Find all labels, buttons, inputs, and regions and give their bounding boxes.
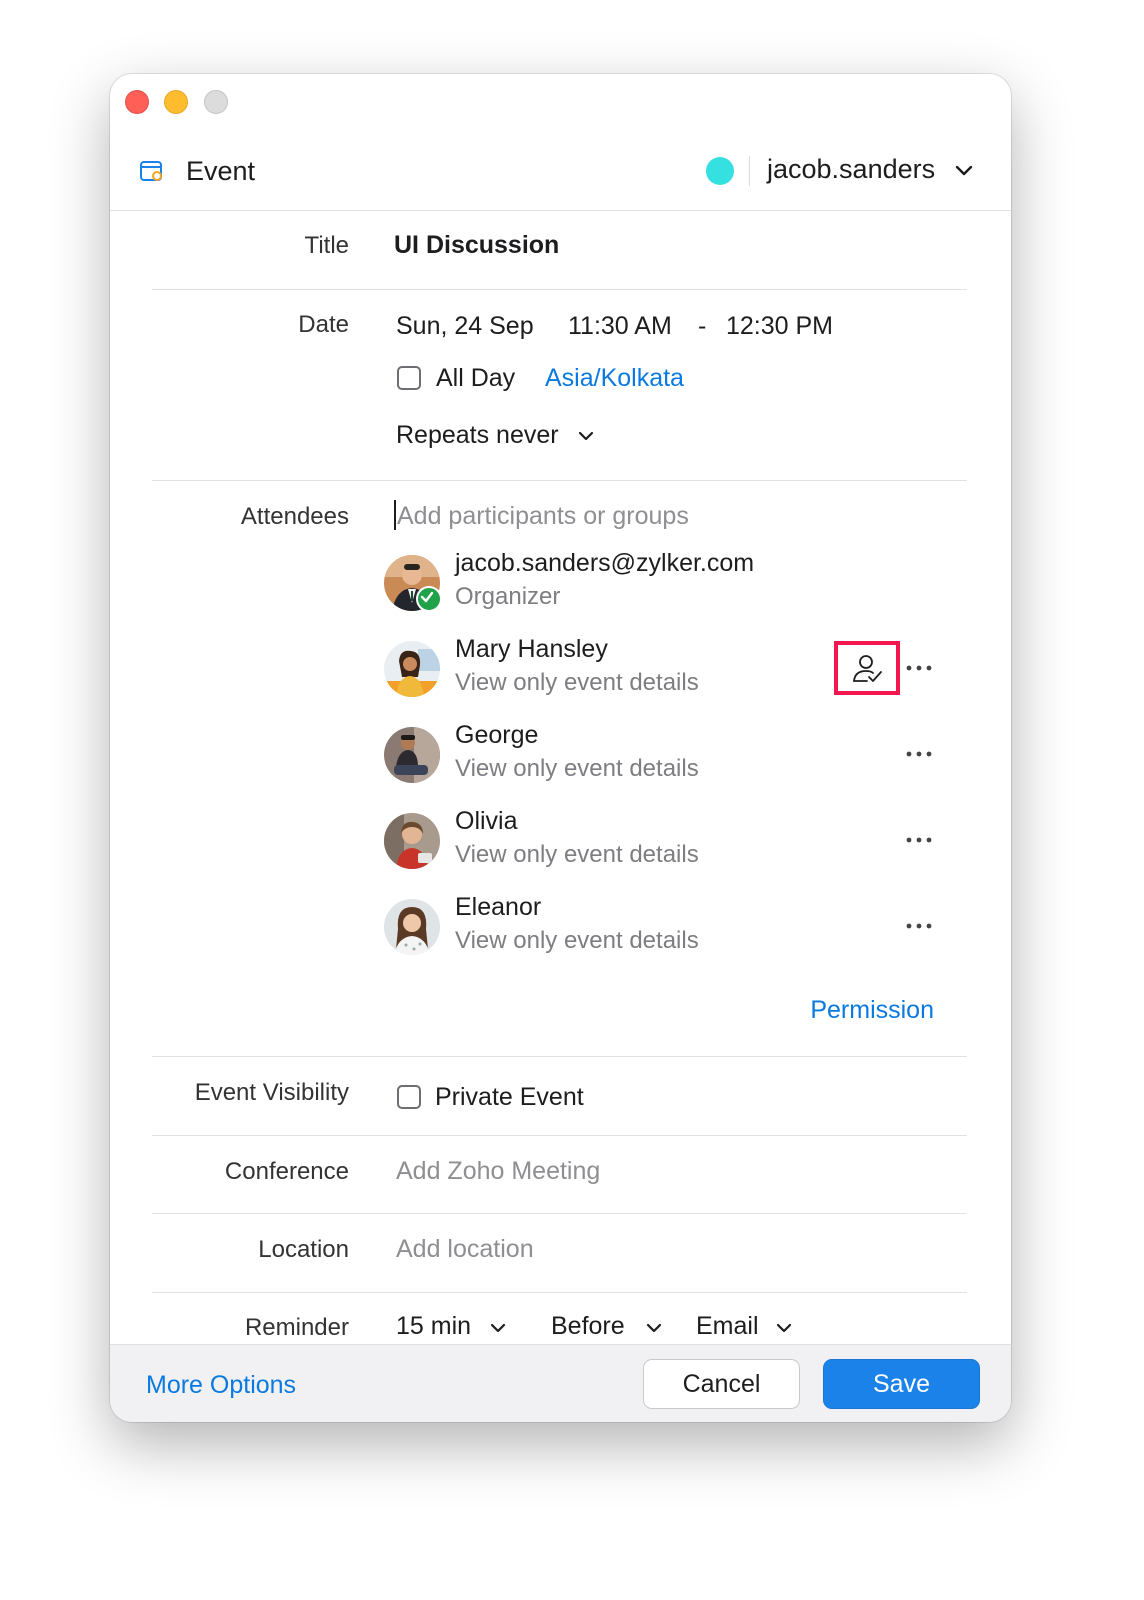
window-header: Event jacob.sanders <box>110 136 1011 211</box>
attendee-role: Organizer <box>455 583 561 610</box>
title-input[interactable]: UI Discussion <box>394 231 559 260</box>
attendee-name: George <box>455 721 539 749</box>
divider <box>152 1135 967 1136</box>
all-day-checkbox[interactable] <box>397 366 421 390</box>
all-day-label: All Day <box>436 364 516 392</box>
event-window: Event jacob.sanders Title UI Discussion … <box>110 74 1011 1422</box>
visibility-label: Event Visibility <box>194 1079 349 1106</box>
start-time[interactable]: 11:30 AM <box>568 312 672 341</box>
chevron-down-icon[interactable] <box>955 165 973 177</box>
attendee-name: Eleanor <box>455 893 542 921</box>
divider <box>152 480 967 481</box>
account-selector[interactable]: jacob.sanders <box>767 154 935 185</box>
avatar <box>384 813 440 869</box>
attendee-name: Mary Hansley <box>455 635 608 663</box>
reminder-label: Reminder <box>244 1314 349 1341</box>
title-label: Title <box>304 232 349 259</box>
attendee-role: View only event details <box>455 755 699 782</box>
chevron-down-icon[interactable] <box>776 1323 792 1334</box>
zoom-window-button[interactable] <box>204 90 228 114</box>
time-separator: - <box>698 312 707 340</box>
attendees-input[interactable]: Add participants or groups <box>397 502 689 531</box>
more-icon[interactable] <box>906 749 932 759</box>
private-event-label: Private Event <box>435 1083 584 1111</box>
chevron-down-icon[interactable] <box>646 1323 662 1334</box>
close-window-button[interactable] <box>125 90 149 114</box>
calendar-icon <box>140 161 162 181</box>
cancel-button[interactable]: Cancel <box>643 1359 800 1409</box>
checkmark-icon <box>420 591 434 603</box>
private-event-checkbox[interactable] <box>397 1085 421 1109</box>
conference-label: Conference <box>224 1158 349 1185</box>
end-time[interactable]: 12:30 PM <box>726 312 833 341</box>
more-icon[interactable] <box>906 921 932 931</box>
account-color-dot <box>706 157 734 185</box>
divider <box>152 1056 967 1057</box>
avatar <box>384 641 440 697</box>
account-separator <box>749 156 750 186</box>
event-title: Event <box>186 156 256 186</box>
window-footer: More Options Cancel Save <box>110 1344 1011 1422</box>
avatar <box>384 899 440 955</box>
timezone-link[interactable]: Asia/Kolkata <box>545 364 684 393</box>
more-icon[interactable] <box>906 835 932 845</box>
minimize-window-button[interactable] <box>164 90 188 114</box>
organizer-badge <box>416 586 442 612</box>
divider <box>152 1213 967 1214</box>
reminder-method-dropdown[interactable]: Email <box>696 1312 759 1341</box>
attendee-name: Olivia <box>455 807 518 835</box>
attendee-role: View only event details <box>455 669 699 696</box>
attendee-role: View only event details <box>455 927 699 954</box>
divider <box>152 1292 967 1293</box>
text-cursor <box>394 500 396 530</box>
location-label: Location <box>258 1236 349 1263</box>
divider <box>152 289 967 290</box>
chevron-down-icon[interactable] <box>490 1323 506 1334</box>
repeats-dropdown[interactable]: Repeats never <box>396 421 559 450</box>
attendee-name: jacob.sanders@zylker.com <box>455 549 755 577</box>
chevron-down-icon[interactable] <box>578 431 594 442</box>
date-day[interactable]: Sun, 24 Sep <box>396 312 534 341</box>
save-button[interactable]: Save <box>823 1359 980 1409</box>
avatar <box>384 727 440 783</box>
more-icon[interactable] <box>906 663 932 673</box>
reminder-relation-dropdown[interactable]: Before <box>551 1312 625 1341</box>
location-input[interactable]: Add location <box>396 1235 534 1264</box>
user-check-icon[interactable] <box>850 652 884 686</box>
attendee-role: View only event details <box>455 841 699 868</box>
reminder-time-dropdown[interactable]: 15 min <box>396 1312 471 1341</box>
date-label: Date <box>298 311 349 338</box>
more-options-link[interactable]: More Options <box>146 1371 296 1400</box>
conference-input[interactable]: Add Zoho Meeting <box>396 1157 600 1186</box>
attendees-label: Attendees <box>240 503 349 530</box>
permission-link[interactable]: Permission <box>810 996 934 1025</box>
